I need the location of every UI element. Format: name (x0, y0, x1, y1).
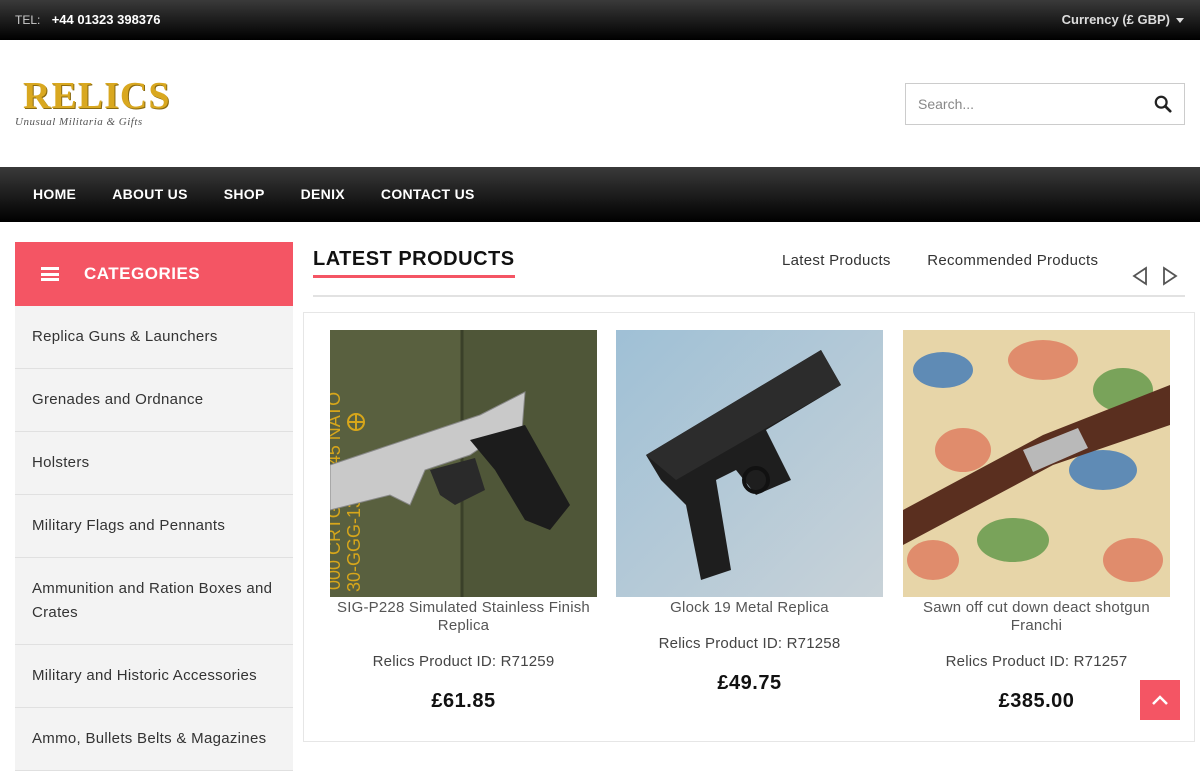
product-image[interactable]: 000 CRTG. 56x45 NATO 30-GGG-13 (330, 330, 597, 597)
category-list: Replica Guns & Launchers Grenades and Or… (15, 306, 293, 771)
product-id: Relics Product ID: R71259 (372, 653, 555, 670)
telephone: TEL: +44 01323 398376 (15, 12, 161, 27)
nav-item-denix[interactable]: DENIX (283, 167, 363, 222)
product-price: £61.85 (431, 690, 496, 712)
product-name[interactable]: SIG-P228 Simulated Stainless Finish Repl… (330, 599, 597, 635)
search-icon[interactable] (1154, 95, 1172, 113)
nav-item-contact-us[interactable]: CONTACT US (363, 167, 493, 222)
product-image[interactable] (616, 330, 883, 597)
top-bar: TEL: +44 01323 398376 Currency (£ GBP) (0, 0, 1200, 40)
product-id: Relics Product ID: R71258 (658, 635, 841, 652)
arrow-right-icon[interactable] (1161, 266, 1179, 286)
arrow-left-icon[interactable] (1131, 266, 1149, 286)
nav-item-shop[interactable]: SHOP (206, 167, 283, 222)
category-item-accessories[interactable]: Military and Historic Accessories (15, 645, 293, 708)
product-carousel: 000 CRTG. 56x45 NATO 30-GGG-13 SIG-P228 … (303, 312, 1195, 742)
search-box (905, 83, 1185, 125)
caret-down-icon (1176, 18, 1184, 24)
nav-item-home[interactable]: HOME (15, 167, 94, 222)
product-price: £49.75 (717, 672, 782, 694)
product-card[interactable]: Sawn off cut down deact shotgun Franchi … (903, 330, 1170, 713)
tel-number[interactable]: +44 01323 398376 (52, 12, 161, 27)
category-item-replica-guns[interactable]: Replica Guns & Launchers (15, 306, 293, 369)
product-name[interactable]: Glock 19 Metal Replica (616, 599, 883, 617)
logo-tagline: Unusual Militaria & Gifts (15, 116, 143, 128)
tab-latest-products[interactable]: Latest Products (782, 252, 891, 269)
product-image[interactable] (903, 330, 1170, 597)
product-name[interactable]: Sawn off cut down deact shotgun Franchi (903, 599, 1170, 635)
category-item-ammo-boxes[interactable]: Ammunition and Ration Boxes and Crates (15, 558, 293, 645)
chevron-up-icon (1152, 695, 1168, 705)
product-price: £385.00 (998, 690, 1075, 712)
categories-sidebar: CATEGORIES Replica Guns & Launchers Gren… (15, 242, 293, 771)
category-item-holsters[interactable]: Holsters (15, 432, 293, 495)
nav-item-about-us[interactable]: ABOUT US (94, 167, 206, 222)
categories-header[interactable]: CATEGORIES (15, 242, 293, 306)
product-card[interactable]: Glock 19 Metal Replica Relics Product ID… (616, 330, 883, 695)
product-id: Relics Product ID: R71257 (945, 653, 1128, 670)
tel-label: TEL: (15, 13, 41, 27)
svg-text:30-GGG-13: 30-GGG-13 (344, 498, 364, 592)
section-title: LATEST PRODUCTS (313, 248, 515, 278)
product-tabs: Latest Products Recommended Products (782, 252, 1130, 269)
logo-brand: RELICS (23, 75, 171, 117)
carousel-arrows (1131, 266, 1179, 286)
site-logo[interactable]: RELICS Unusual Militaria & Gifts (15, 76, 175, 128)
category-item-flags[interactable]: Military Flags and Pennants (15, 495, 293, 558)
category-item-grenades[interactable]: Grenades and Ordnance (15, 369, 293, 432)
main-nav: HOME ABOUT US SHOP DENIX CONTACT US (0, 167, 1200, 222)
currency-label: Currency (£ GBP) (1061, 12, 1170, 27)
categories-title: CATEGORIES (84, 264, 201, 283)
search-input[interactable] (906, 84, 1146, 124)
back-to-top-button[interactable] (1140, 680, 1180, 720)
hamburger-icon (41, 267, 59, 281)
product-card[interactable]: 000 CRTG. 56x45 NATO 30-GGG-13 SIG-P228 … (330, 330, 597, 713)
tab-recommended-products[interactable]: Recommended Products (927, 252, 1098, 269)
currency-selector[interactable]: Currency (£ GBP) (1062, 12, 1184, 27)
section-divider (313, 295, 1185, 297)
